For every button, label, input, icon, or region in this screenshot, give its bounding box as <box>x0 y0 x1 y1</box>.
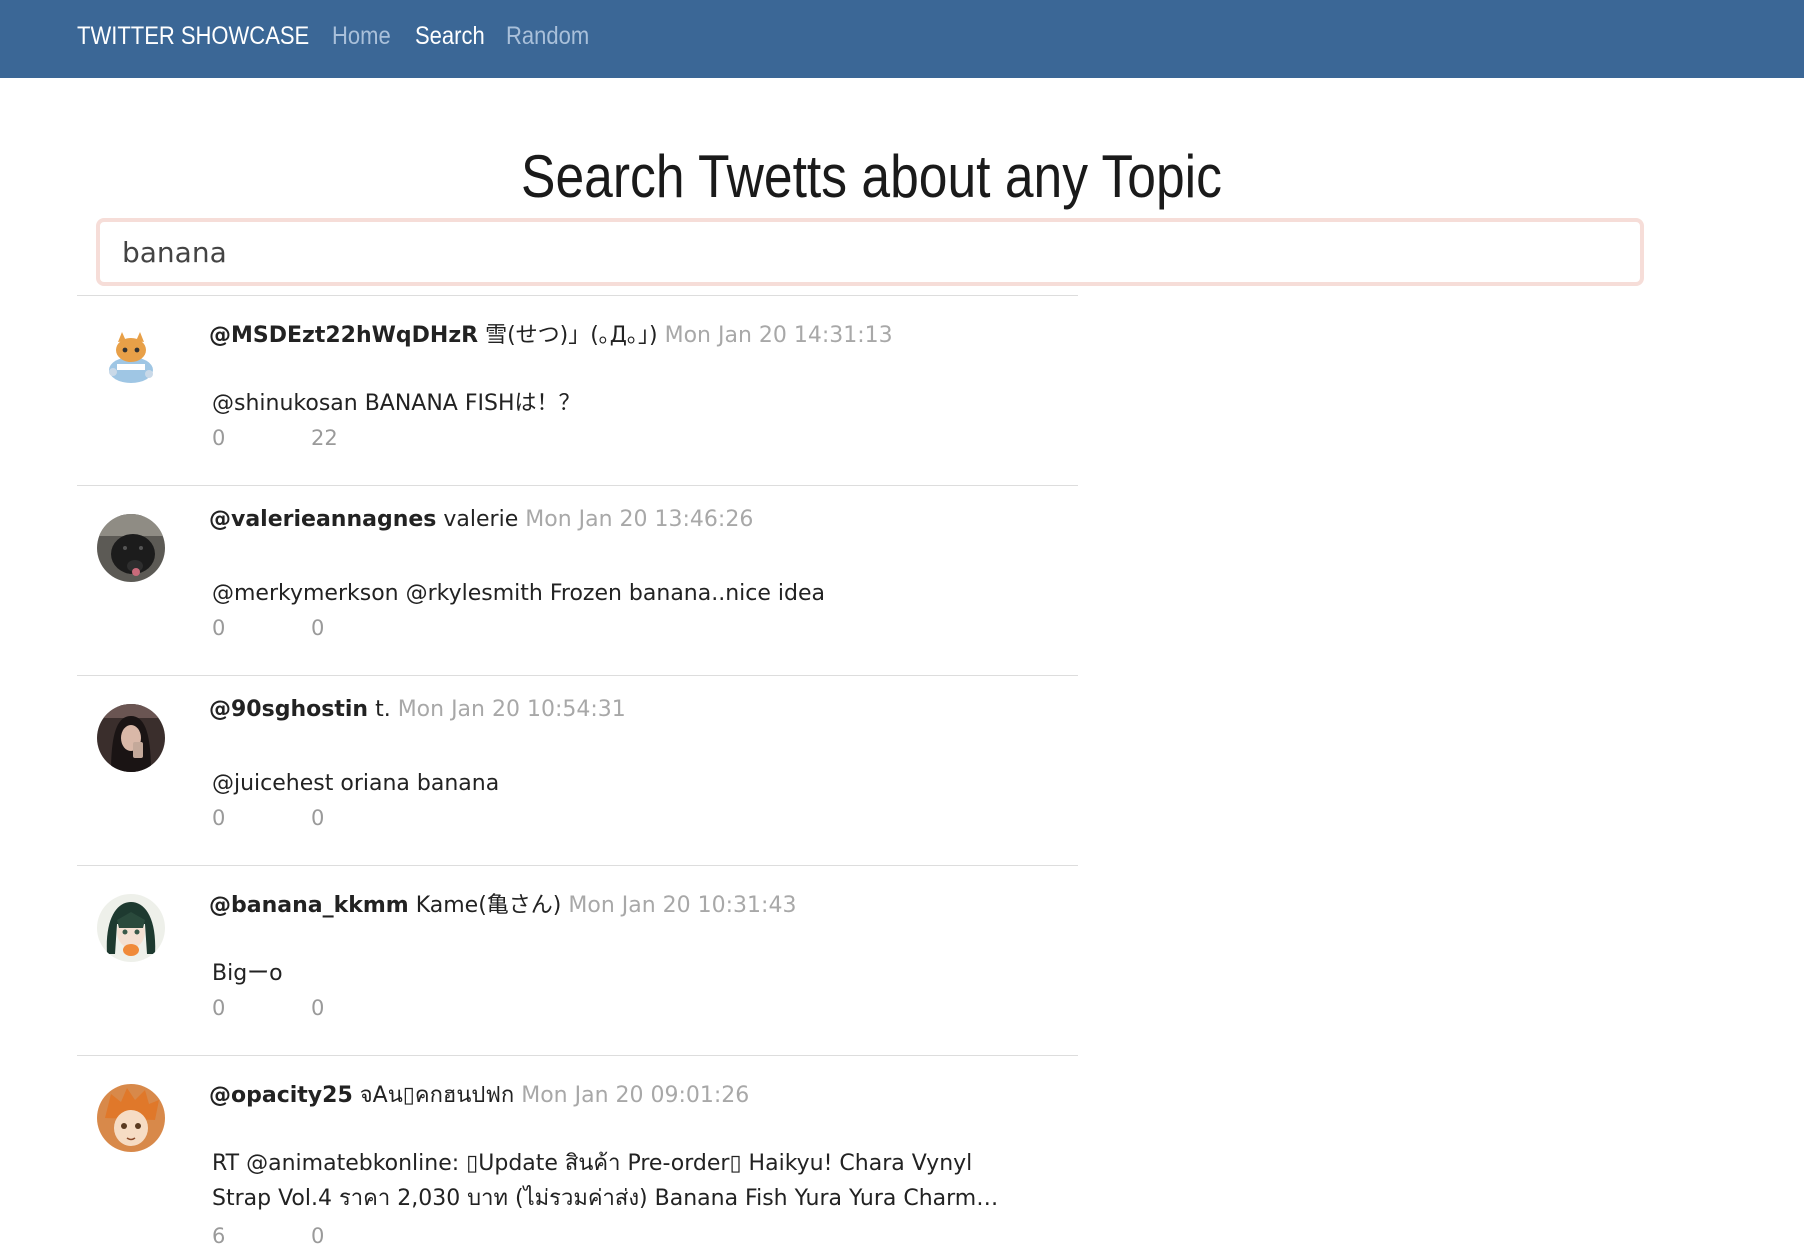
avatar[interactable] <box>97 324 165 392</box>
nav-link-random[interactable]: Random <box>506 22 589 51</box>
tweet-handle[interactable]: @MSDEzt22hWqDHzR <box>209 323 478 348</box>
avatar[interactable] <box>97 894 165 962</box>
tweet-count-second: 0 <box>311 1224 325 1248</box>
anime-girl-avatar-icon <box>97 894 165 962</box>
page-title: Search Twetts about any Topic <box>520 143 1222 210</box>
tweet-display-name: valerie <box>443 507 519 532</box>
tweet-timestamp: Mon Jan 20 14:31:13 <box>664 323 893 348</box>
tweet-timestamp: Mon Jan 20 13:46:26 <box>525 507 754 532</box>
tweet-count-first: 0 <box>212 806 226 830</box>
tweet-header: @valerieannagnes valerie Mon Jan 20 13:4… <box>209 507 753 532</box>
brand-logo[interactable]: TWITTER SHOWCASE <box>77 22 309 51</box>
nav-link-search[interactable]: Search <box>415 22 485 51</box>
tweet-display-name: 雪(せつ)」(｡Д｡」) <box>485 323 658 348</box>
tweet-handle[interactable]: @90sghostin <box>209 697 368 722</box>
tweet-text: Bigーo <box>212 961 283 986</box>
nav-link-home[interactable]: Home <box>332 22 391 51</box>
tweet-text: @juicehest oriana banana <box>212 771 500 796</box>
search-input[interactable] <box>96 218 1644 286</box>
tweet-text: @shinukosan BANANA FISHは！？ <box>212 391 581 416</box>
tweet-text: RT @animatebkonline: ▯Update สินค้า Pre-… <box>212 1151 999 1211</box>
avatar[interactable] <box>97 514 165 582</box>
tweet-display-name: จAน▯คกฮนปฟก <box>359 1083 515 1108</box>
selfie-photo-avatar-icon <box>97 704 165 772</box>
tweet-item: @opacity25 จAน▯คกฮนปฟก Mon Jan 20 09:01:… <box>77 1055 1078 1256</box>
dog-photo-avatar-icon <box>97 514 165 582</box>
anime-boy-avatar-icon <box>97 1084 165 1152</box>
tweet-handle[interactable]: @valerieannagnes <box>209 507 436 532</box>
tweet-text: @merkymerkson @rkylesmith Frozen banana.… <box>212 581 825 606</box>
tweet-count-second: 0 <box>311 806 325 830</box>
avatar[interactable] <box>97 704 165 772</box>
tweet-timestamp: Mon Jan 20 10:54:31 <box>397 697 626 722</box>
tweet-timestamp: Mon Jan 20 09:01:26 <box>521 1083 750 1108</box>
tweet-handle[interactable]: @opacity25 <box>209 1083 353 1108</box>
top-navbar: TWITTER SHOWCASE Home Search Random <box>0 0 1804 78</box>
tweet-timestamp: Mon Jan 20 10:31:43 <box>568 893 797 918</box>
tweet-display-name: Kame(亀さん) <box>415 893 562 918</box>
tweet-item: @banana_kkmm Kame(亀さん) Mon Jan 20 10:31:… <box>77 865 1078 1055</box>
tweet-count-second: 0 <box>311 996 325 1020</box>
tweet-header: @banana_kkmm Kame(亀さん) Mon Jan 20 10:31:… <box>209 887 796 919</box>
tweet-count-first: 0 <box>212 426 226 450</box>
tweet-item: @valerieannagnes valerie Mon Jan 20 13:4… <box>77 485 1078 675</box>
tweet-header: @opacity25 จAน▯คกฮนปฟก Mon Jan 20 09:01:… <box>209 1077 749 1112</box>
tweet-item: @MSDEzt22hWqDHzR 雪(せつ)」(｡Д｡」) Mon Jan 20… <box>77 295 1078 485</box>
tweet-count-first: 0 <box>212 616 226 640</box>
avatar[interactable] <box>97 1084 165 1152</box>
tweet-header: @90sghostin t. Mon Jan 20 10:54:31 <box>209 697 626 722</box>
tweet-count-second: 0 <box>311 616 325 640</box>
tweet-handle[interactable]: @banana_kkmm <box>209 893 409 918</box>
tweet-header: @MSDEzt22hWqDHzR 雪(せつ)」(｡Д｡」) Mon Jan 20… <box>209 317 893 349</box>
tweet-list: @MSDEzt22hWqDHzR 雪(せつ)」(｡Д｡」) Mon Jan 20… <box>77 295 1078 1256</box>
cartoon-cat-avatar-icon <box>97 324 165 392</box>
tweet-count-second: 22 <box>311 426 338 450</box>
tweet-display-name: t. <box>375 697 391 722</box>
tweet-count-first: 6 <box>212 1224 226 1248</box>
tweet-item: @90sghostin t. Mon Jan 20 10:54:31 @juic… <box>77 675 1078 865</box>
tweet-count-first: 0 <box>212 996 226 1020</box>
